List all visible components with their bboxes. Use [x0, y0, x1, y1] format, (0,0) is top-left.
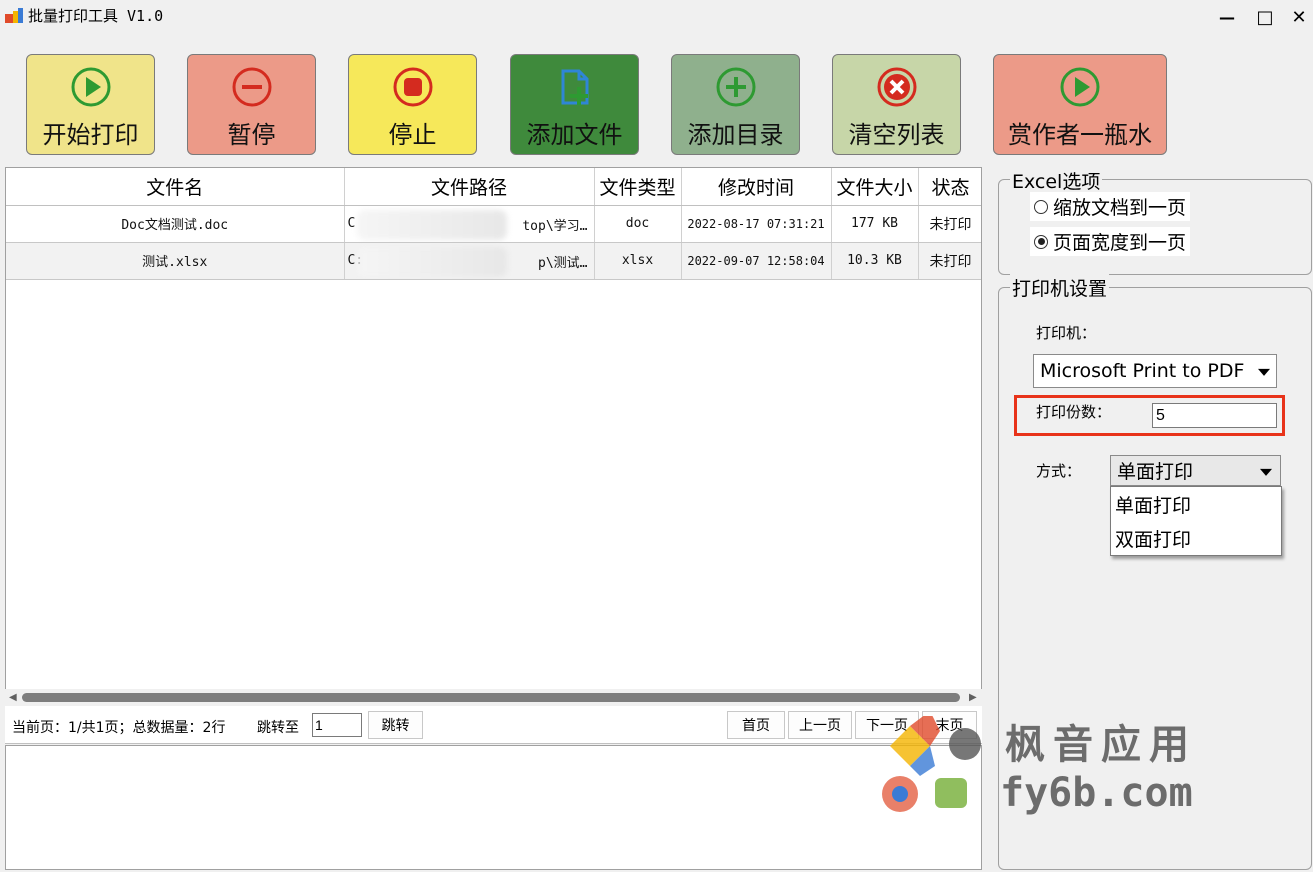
file-table[interactable]: 文件名 文件路径 文件类型 修改时间 文件大小 状态 Doc文档测试.doc C… — [5, 167, 982, 694]
printer-settings-title: 打印机设置 — [1010, 274, 1110, 301]
toolbar-button-label: 清空列表 — [848, 121, 945, 149]
column-header-status[interactable]: 状态 — [918, 168, 981, 206]
path-redaction — [356, 209, 507, 240]
toolbar-button-6[interactable]: 赏作者一瓶水 — [993, 54, 1167, 155]
table-row[interactable]: 测试.xlsx C: p\测试… xlsx 2022-09-07 12:58:0… — [6, 242, 981, 280]
toolbar-button-label: 暂停 — [227, 121, 276, 149]
scroll-right-icon[interactable]: ▶ — [969, 692, 977, 703]
chevron-down-icon — [1258, 368, 1270, 376]
watermark-text: 枫音应用 — [1005, 722, 1197, 768]
toolbar-button-0[interactable]: 开始打印 — [26, 54, 155, 155]
toolbar-button-1[interactable]: 暂停 — [187, 54, 316, 155]
cell-path: C: p\测试… — [344, 242, 595, 280]
minimize-button[interactable]: — — [1212, 4, 1242, 30]
path-end: top\学习… — [522, 218, 588, 234]
mode-select[interactable]: 单面打印 — [1110, 455, 1281, 486]
watermark-url: fy6b.com — [1000, 770, 1193, 816]
close-button[interactable]: ✕ — [1284, 4, 1313, 30]
chevron-down-icon — [1260, 468, 1272, 476]
jump-page-input[interactable] — [312, 713, 362, 737]
watermark-logo-icon — [882, 716, 981, 812]
toolbar-button-label: 添加文件 — [526, 121, 623, 149]
column-header-name[interactable]: 文件名 — [6, 168, 345, 206]
cell-name: 测试.xlsx — [6, 242, 345, 280]
jump-label: 跳转至 — [257, 720, 299, 736]
mode-dropdown-list: 单面打印 双面打印 — [1110, 486, 1282, 556]
radio-unchecked-icon — [1034, 199, 1048, 214]
excel-options-title: Excel选项 — [1010, 167, 1103, 194]
cell-modified: 2022-08-17 07:31:21 — [681, 205, 832, 243]
app-logo-icon — [5, 8, 23, 23]
toolbar-button-3[interactable]: 添加文件 — [510, 54, 639, 155]
radio-fit-page-label: 缩放文档到一页 — [1053, 197, 1187, 219]
toolbar-button-5[interactable]: 清空列表 — [832, 54, 961, 155]
printer-label: 打印机： — [1036, 324, 1097, 342]
toolbar-button-label: 开始打印 — [42, 121, 139, 149]
cell-size: 177 KB — [831, 205, 919, 243]
play-icon — [71, 67, 110, 107]
toolbar-button-4[interactable]: 添加目录 — [671, 54, 800, 155]
first-page-button[interactable]: 首页 — [727, 711, 785, 739]
page-info: 当前页：1/共1页；总数据量：2行 — [12, 720, 226, 736]
maximize-icon: □ — [1256, 6, 1274, 28]
column-header-type[interactable]: 文件类型 — [594, 168, 682, 206]
table-header-row: 文件名 文件路径 文件类型 修改时间 文件大小 状态 — [6, 168, 981, 206]
radio-fit-width-label: 页面宽度到一页 — [1053, 232, 1187, 254]
printer-select-value: Microsoft Print to PDF — [1040, 360, 1245, 382]
table-row[interactable]: Doc文档测试.doc C top\学习… doc 2022-08-17 07:… — [6, 205, 981, 243]
close-icon: ✕ — [1291, 6, 1307, 28]
toolbar-button-label: 赏作者一瓶水 — [1008, 121, 1152, 149]
pager-bar: 当前页：1/共1页；总数据量：2行 跳转至 跳转 首页 上一页 下一页 末页 — [5, 706, 982, 744]
path-redaction — [356, 246, 507, 277]
mode-label: 方式： — [1036, 462, 1082, 480]
cell-modified: 2022-09-07 12:58:04 — [681, 242, 832, 280]
stop-icon — [393, 67, 432, 107]
x-circle-icon — [877, 67, 916, 107]
cell-status: 未打印 — [918, 242, 981, 280]
cell-name: Doc文档测试.doc — [6, 205, 345, 243]
printer-select[interactable]: Microsoft Print to PDF — [1033, 354, 1277, 388]
radio-fit-width[interactable]: 页面宽度到一页 — [1030, 227, 1191, 256]
mode-option-single[interactable]: 单面打印 — [1111, 487, 1281, 521]
radio-checked-icon — [1034, 234, 1048, 249]
cell-type: doc — [594, 205, 682, 243]
toolbar-button-2[interactable]: 停止 — [348, 54, 477, 155]
copies-input[interactable] — [1152, 403, 1277, 428]
column-header-modified[interactable]: 修改时间 — [681, 168, 832, 206]
title-bar — [0, 0, 1313, 32]
add-file-icon — [561, 69, 588, 105]
horizontal-scrollbar[interactable]: ◀ ▶ — [5, 689, 982, 706]
cell-status: 未打印 — [918, 205, 981, 243]
cell-type: xlsx — [594, 242, 682, 280]
column-header-size[interactable]: 文件大小 — [831, 168, 919, 206]
path-start: C — [347, 216, 356, 231]
cell-size: 10.3 KB — [831, 242, 919, 280]
plus-circle-icon — [716, 67, 755, 107]
column-header-path[interactable]: 文件路径 — [344, 168, 595, 206]
radio-fit-page[interactable]: 缩放文档到一页 — [1030, 192, 1191, 221]
copies-label: 打印份数： — [1036, 403, 1112, 421]
prev-page-button[interactable]: 上一页 — [788, 711, 852, 739]
window-title: 批量打印工具 V1.0 — [28, 7, 164, 25]
maximize-button[interactable]: □ — [1250, 4, 1280, 30]
toolbar-button-label: 添加目录 — [687, 121, 784, 149]
path-end: p\测试… — [538, 255, 588, 271]
cell-path: C top\学习… — [344, 205, 595, 243]
scroll-left-icon[interactable]: ◀ — [9, 692, 17, 703]
scrollbar-thumb[interactable] — [22, 693, 960, 702]
minimize-icon: — — [1219, 7, 1235, 27]
log-area[interactable] — [5, 745, 982, 870]
play-icon — [1060, 67, 1100, 107]
minus-circle-icon — [232, 67, 271, 107]
toolbar-button-label: 停止 — [388, 121, 437, 149]
jump-button[interactable]: 跳转 — [368, 711, 423, 739]
mode-select-value: 单面打印 — [1117, 461, 1194, 483]
mode-option-double[interactable]: 双面打印 — [1111, 521, 1281, 555]
